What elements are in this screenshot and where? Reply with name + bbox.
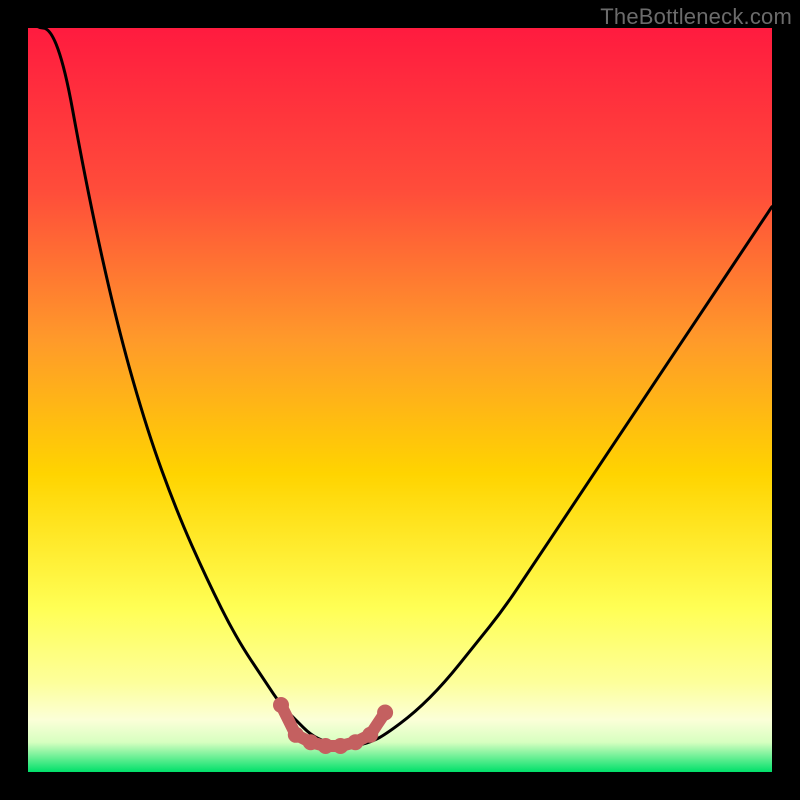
optimal-range-marker xyxy=(362,727,378,743)
optimal-range-marker xyxy=(318,738,334,754)
optimal-range-marker xyxy=(303,734,319,750)
optimal-range-marker xyxy=(333,738,349,754)
optimal-range-marker xyxy=(273,697,289,713)
watermark-text: TheBottleneck.com xyxy=(600,4,792,30)
optimal-range-marker xyxy=(377,705,393,721)
optimal-range-marker xyxy=(288,727,304,743)
optimal-range-marker xyxy=(347,734,363,750)
bottleneck-chart xyxy=(28,28,772,772)
chart-frame xyxy=(28,28,772,772)
